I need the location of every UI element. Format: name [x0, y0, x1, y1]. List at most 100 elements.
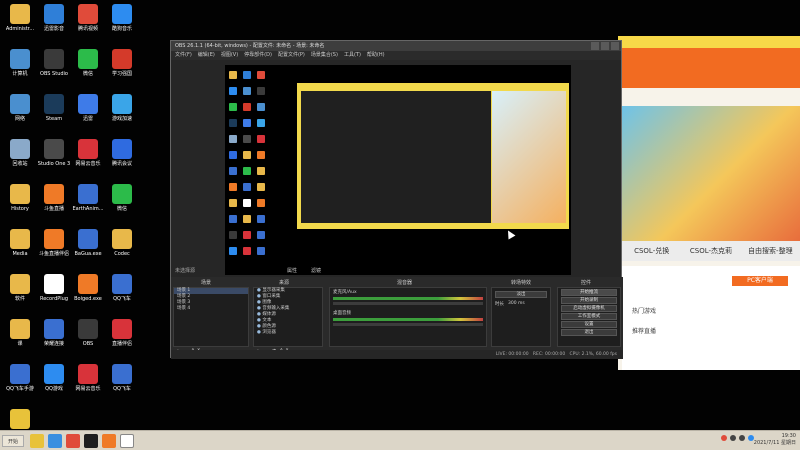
desktop-icon[interactable]: Steam	[36, 94, 72, 130]
preview-icon	[243, 231, 251, 239]
desktop-icon[interactable]: 酷狗音乐	[104, 4, 140, 40]
desktop-volume-slider[interactable]	[333, 323, 483, 326]
media-player-icon[interactable]	[66, 434, 80, 448]
network-icon[interactable]	[730, 435, 736, 441]
control-button[interactable]: 设置	[561, 321, 617, 328]
desktop-icon[interactable]: Boiged.exe	[70, 274, 106, 310]
desktop-icon[interactable]: Administr...	[2, 4, 38, 40]
obs-preview[interactable]	[225, 65, 571, 275]
desktop-icon[interactable]: 斗鱼直播	[36, 184, 72, 220]
desktop-icon[interactable]: QQ飞车	[104, 364, 140, 400]
scene-item[interactable]: 场景 4	[174, 306, 248, 312]
minimize-icon[interactable]	[591, 42, 599, 50]
desktop-icon[interactable]: Studio One 3	[36, 139, 72, 175]
start-button[interactable]: 开始	[2, 435, 24, 447]
desktop-icon[interactable]: OBS	[70, 319, 106, 355]
desktop-icon[interactable]: Codec	[104, 229, 140, 265]
menu-item[interactable]: 帮助(H)	[367, 51, 385, 60]
tab-csol-jack[interactable]: CSOL-杰克莉	[681, 241, 740, 261]
desktop-icon[interactable]: 直播伴侣	[104, 319, 140, 355]
control-button[interactable]: 工作室模式	[561, 313, 617, 320]
browser-titlebar[interactable]	[618, 36, 800, 48]
desktop-icon[interactable]: 微信	[70, 49, 106, 85]
system-tray: 19:30 2021/7/11 星期日	[721, 433, 796, 447]
source-item[interactable]: ● 浏览器	[254, 330, 322, 336]
desktop-icon[interactable]: 软件	[2, 274, 38, 310]
pc-client-button[interactable]: PC客户端	[732, 276, 788, 286]
control-button[interactable]: 开始推流	[561, 289, 617, 296]
menu-item[interactable]: 配置文件(P)	[278, 51, 305, 60]
desktop-icon[interactable]: 腾讯会议	[104, 139, 140, 175]
menu-item[interactable]: 停靠部件(D)	[244, 51, 272, 60]
properties-button[interactable]: 属性	[287, 267, 297, 274]
app-icon	[78, 319, 98, 339]
obs-titlebar[interactable]: OBS 26.1.1 (64-bit, windows) - 配置文件: 未命名…	[171, 41, 621, 51]
preview-icon	[229, 87, 237, 95]
desktop-icon[interactable]: QQ飞车	[104, 274, 140, 310]
desktop-icon[interactable]: Media	[2, 229, 38, 265]
control-button[interactable]: 退出	[561, 329, 617, 336]
desktop-icon[interactable]: BaGua.exe	[70, 229, 106, 265]
maximize-icon[interactable]	[601, 42, 609, 50]
tab-csol-exchange[interactable]: CSOL-兑换	[622, 241, 681, 261]
game-banner[interactable]	[622, 106, 800, 241]
clock-date[interactable]: 2021/7/11 星期日	[754, 440, 796, 447]
sources-list[interactable]: ● 显示器采集 ● 窗口采集 ● 图像 ● 音频输入采集 ● 媒体源 ● 文本 ● 颜色源 ●…	[253, 287, 323, 347]
desktop-icon[interactable]: 微信	[104, 184, 140, 220]
app-icon	[10, 364, 30, 384]
clock-time[interactable]: 19:30	[754, 433, 796, 440]
desktop-icon[interactable]: 迅雷影音	[36, 4, 72, 40]
tab-free-search[interactable]: 自由搜索-整理	[741, 241, 800, 261]
desktop-icon[interactable]: 网易云音乐	[70, 139, 106, 175]
menu-item[interactable]: 视图(V)	[221, 51, 238, 60]
desktop-icon[interactable]: 游戏加速	[104, 94, 140, 130]
mic-volume-slider[interactable]	[333, 302, 483, 305]
desktop-icon[interactable]: OBS Studio	[36, 49, 72, 85]
menu-item[interactable]: 编辑(E)	[198, 51, 215, 60]
desktop-icon[interactable]: 计算机	[2, 49, 38, 85]
preview-icon	[243, 247, 251, 255]
preview-icon	[229, 215, 237, 223]
menu-item[interactable]: 文件(F)	[175, 51, 192, 60]
scenes-list[interactable]: 场景 1 场景 2 场景 3 场景 4	[173, 287, 249, 347]
obs-icon[interactable]	[84, 434, 98, 448]
tray-app-icon[interactable]	[721, 435, 727, 441]
desktop-icon-label: 斗鱼直播伴侣	[38, 251, 69, 257]
browser-window[interactable]: CSOL-兑换 CSOL-杰克莉 自由搜索-整理 PC客户端 热门游戏 推荐直播	[618, 36, 800, 370]
desktop-icon[interactable]: QQ飞车手游	[2, 364, 38, 400]
desktop-icon[interactable]: 网络	[2, 94, 38, 130]
obs-docks: 场景 场景 1场景 2场景 3场景 4 + − ˄ ˅ 来源 ● 显示器采集● …	[171, 277, 623, 359]
ime-icon[interactable]	[748, 435, 754, 441]
ie-browser-icon[interactable]	[48, 434, 62, 448]
desktop-icon[interactable]: 斗鱼直播伴侣	[36, 229, 72, 265]
desktop-icon-label: Boiged.exe	[74, 296, 102, 302]
desktop-icon[interactable]: QQ游戏	[36, 364, 72, 400]
app-icon	[112, 184, 132, 204]
filters-button[interactable]: 滤镜	[311, 267, 321, 274]
control-button[interactable]: 启动虚拟摄像机	[561, 305, 617, 312]
desktop-icon[interactable]: RecordPlug	[36, 274, 72, 310]
recorder-icon[interactable]	[120, 434, 134, 448]
duration-input[interactable]: 300 ms	[508, 301, 525, 307]
controls-dock: 开始推流 开始录制 启动虚拟摄像机 工作室模式 设置 退出	[557, 287, 621, 347]
douyu-icon[interactable]	[102, 434, 116, 448]
preview-icon	[257, 71, 265, 79]
menu-item[interactable]: 场景集合(S)	[311, 51, 338, 60]
close-icon[interactable]	[611, 42, 619, 50]
transition-select[interactable]: 淡出	[495, 291, 547, 298]
desktop-icon[interactable]: 课	[2, 319, 38, 355]
menu-item[interactable]: 工具(T)	[344, 51, 361, 60]
desktop-icon[interactable]: 学习强国	[104, 49, 140, 85]
desktop-icon[interactable]: 荣耀连接	[36, 319, 72, 355]
volume-icon[interactable]	[739, 435, 745, 441]
desktop-icon[interactable]: 回收站	[2, 139, 38, 175]
control-button[interactable]: 开始录制	[561, 297, 617, 304]
desktop-icon[interactable]: 网易云音乐	[70, 364, 106, 400]
desktop-icon[interactable]: EarthAnim...	[70, 184, 106, 220]
app-icon	[44, 229, 64, 249]
desktop-icon[interactable]: 腾讯视频	[70, 4, 106, 40]
file-explorer-icon[interactable]	[30, 434, 44, 448]
desktop-icon[interactable]: 迅雷	[70, 94, 106, 130]
obs-window[interactable]: OBS 26.1.1 (64-bit, windows) - 配置文件: 未命名…	[170, 40, 623, 359]
desktop-icon[interactable]: History	[2, 184, 38, 220]
